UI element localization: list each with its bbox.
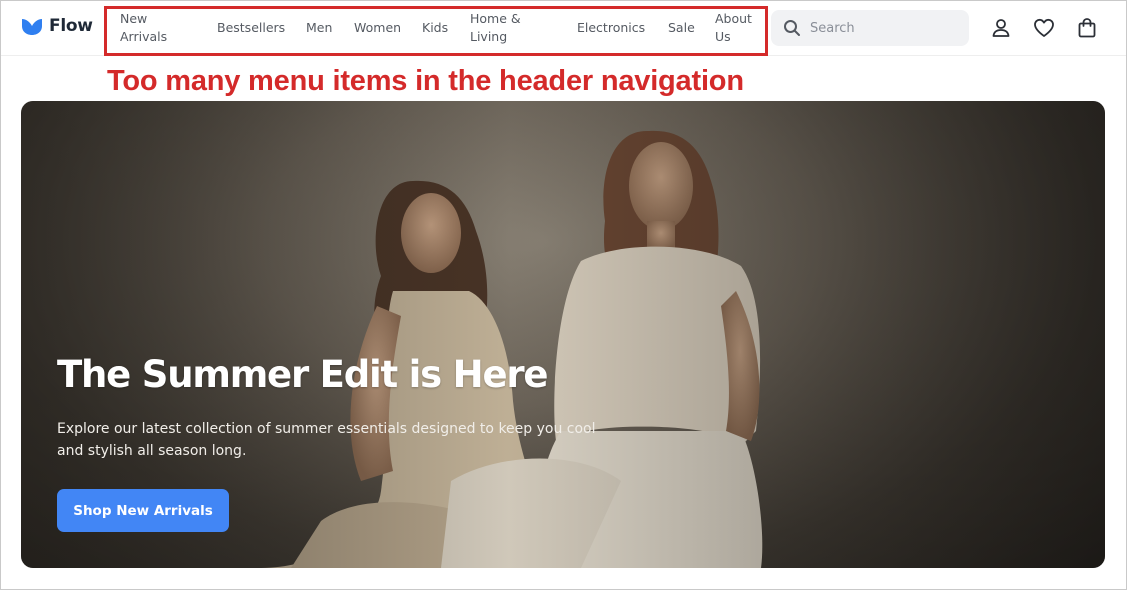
search-bar[interactable] [771, 10, 969, 46]
annotation-text: Too many menu items in the header naviga… [107, 65, 744, 97]
hero-title: The Summer Edit is Here [57, 353, 548, 396]
shopping-bag-icon[interactable] [1075, 16, 1099, 40]
nav-item-new-arrivals[interactable]: New Arrivals [120, 10, 167, 46]
nav-item-men[interactable]: Men [306, 19, 332, 37]
search-icon [784, 20, 800, 36]
nav-item-label: Women [354, 20, 402, 35]
nav-item-label: Arrivals [120, 29, 168, 44]
nav-item-label: Bestsellers [217, 20, 286, 35]
nav-item-label: Electronics [577, 20, 646, 35]
brand-name: Flow [49, 16, 93, 36]
nav-item-women[interactable]: Women [354, 19, 401, 37]
hero-subtitle: Explore our latest collection of summer … [57, 421, 596, 459]
nav-item-electronics[interactable]: Electronics [577, 19, 645, 37]
nav-item-label: Sale [668, 20, 695, 35]
nav-item-label: Us [715, 29, 731, 44]
nav-item-home-living[interactable]: Home & Living [470, 10, 521, 46]
search-input[interactable] [810, 20, 950, 36]
shop-new-arrivals-button[interactable]: Shop New Arrivals [57, 489, 229, 532]
logo[interactable]: Flow [21, 15, 93, 37]
heart-icon[interactable] [1032, 16, 1056, 40]
nav-item-label: New [120, 11, 148, 26]
nav-item-label: Kids [422, 20, 449, 35]
flow-logo-icon [22, 19, 42, 35]
hero-banner: The Summer Edit is Here Explore our late… [21, 101, 1105, 568]
user-icon[interactable] [989, 16, 1013, 40]
nav-item-label: Living [470, 29, 508, 44]
site-header: Flow New Arrivals Bestsellers Men Women … [1, 1, 1126, 56]
nav-item-kids[interactable]: Kids [422, 19, 448, 37]
nav-item-bestsellers[interactable]: Bestsellers [217, 19, 285, 37]
nav-item-label: About [715, 11, 752, 26]
nav-item-about-us[interactable]: About Us [715, 10, 752, 46]
nav-item-label: Home & [470, 11, 521, 26]
nav-item-sale[interactable]: Sale [668, 19, 695, 37]
nav-item-label: Men [306, 20, 333, 35]
